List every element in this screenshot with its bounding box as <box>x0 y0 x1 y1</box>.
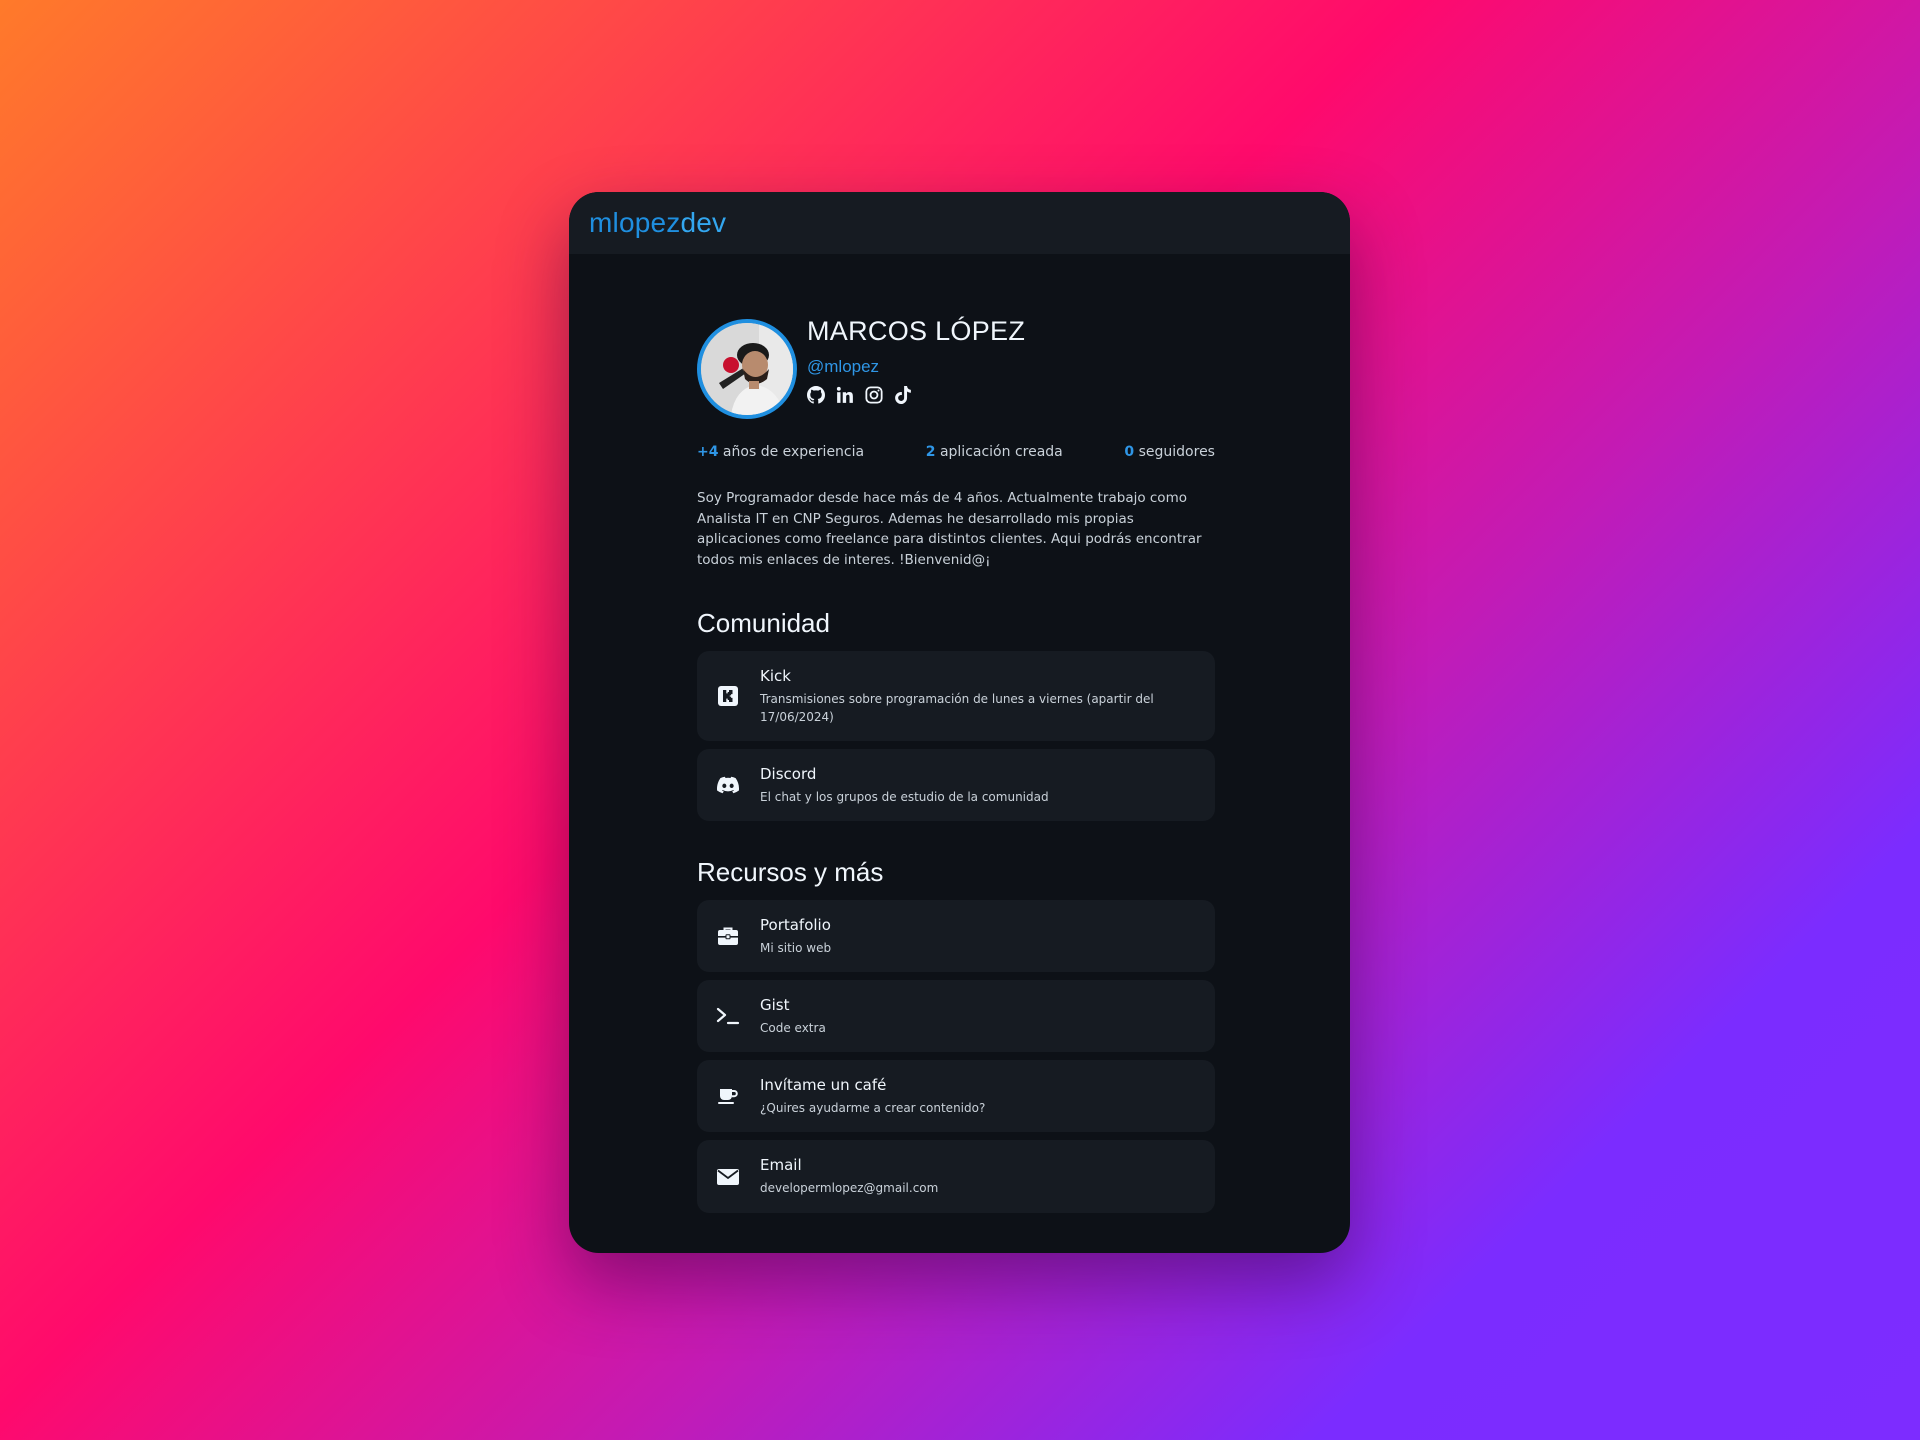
profile-info: MARCOS LÓPEZ @mlopez <box>807 316 1026 404</box>
stat-followers: 0 seguidores <box>1124 444 1215 460</box>
stat-experience: +4 años de experiencia <box>697 444 865 460</box>
discord-icon <box>715 772 741 798</box>
stat-apps: 2 aplicación creada <box>925 444 1063 460</box>
section-title-recursos: Recursos y más <box>697 857 884 887</box>
profile-header: MARCOS LÓPEZ @mlopez <box>697 316 1215 419</box>
link-description: ¿Quires ayudarme a crear contenido? <box>760 1100 986 1115</box>
link-description: El chat y los grupos de estudio de la co… <box>760 789 1049 804</box>
tiktok-icon[interactable] <box>894 386 912 404</box>
section-title-comunidad: Comunidad <box>697 608 830 638</box>
logo[interactable]: mlopezdev <box>589 207 726 239</box>
profile-window: mlopezdev MARCOS LÓPEZ @mlopez +4 años d… <box>569 192 1350 1253</box>
link-description: developermlopez@gmail.com <box>760 1181 939 1195</box>
link-title: Email <box>760 1156 802 1174</box>
link-description: Transmisiones sobre programación de lune… <box>760 691 1154 724</box>
logo-text-main: mlopez <box>589 207 681 238</box>
profile-name: MARCOS LÓPEZ <box>807 316 1026 346</box>
envelope-icon <box>715 1164 741 1190</box>
link-title: Gist <box>760 995 790 1014</box>
avatar <box>697 319 797 419</box>
profile-handle[interactable]: @mlopez <box>807 357 1025 377</box>
link-card-kick[interactable]: Kick Transmisiones sobre programación de… <box>697 651 1215 741</box>
coffee-icon <box>715 1083 741 1109</box>
link-card-discord[interactable]: Discord El chat y los grupos de estudio … <box>697 749 1215 821</box>
link-title: Portafolio <box>760 915 831 934</box>
bio-text: Soy Programador desde hace más de 4 años… <box>697 490 1202 568</box>
kick-icon <box>715 683 741 709</box>
link-title: Discord <box>760 764 817 783</box>
profile-content: MARCOS LÓPEZ @mlopez +4 años de experien… <box>697 316 1215 1221</box>
terminal-icon <box>715 1003 741 1029</box>
link-card-portafolio[interactable]: Portafolio Mi sitio web <box>697 900 1215 972</box>
link-card-email[interactable]: Email developermlopez@gmail.com <box>697 1140 1215 1213</box>
instagram-icon[interactable] <box>865 386 883 404</box>
social-links <box>807 386 1025 404</box>
briefcase-icon <box>715 923 741 949</box>
link-description: Code extra <box>760 1020 826 1035</box>
logo-text-suffix: dev <box>680 207 727 238</box>
link-card-cafe[interactable]: Invítame un café ¿Quires ayudarme a crea… <box>697 1060 1215 1132</box>
profile-stats: +4 años de experiencia 2 aplicación crea… <box>697 444 1215 460</box>
link-description: Mi sitio web <box>760 940 832 955</box>
title-bar: mlopezdev <box>569 192 1350 254</box>
link-title: Kick <box>760 666 791 685</box>
link-title: Invítame un café <box>760 1075 887 1094</box>
github-icon[interactable] <box>807 386 825 404</box>
link-card-gist[interactable]: Gist Code extra <box>697 980 1215 1052</box>
linkedin-icon[interactable] <box>836 386 854 404</box>
